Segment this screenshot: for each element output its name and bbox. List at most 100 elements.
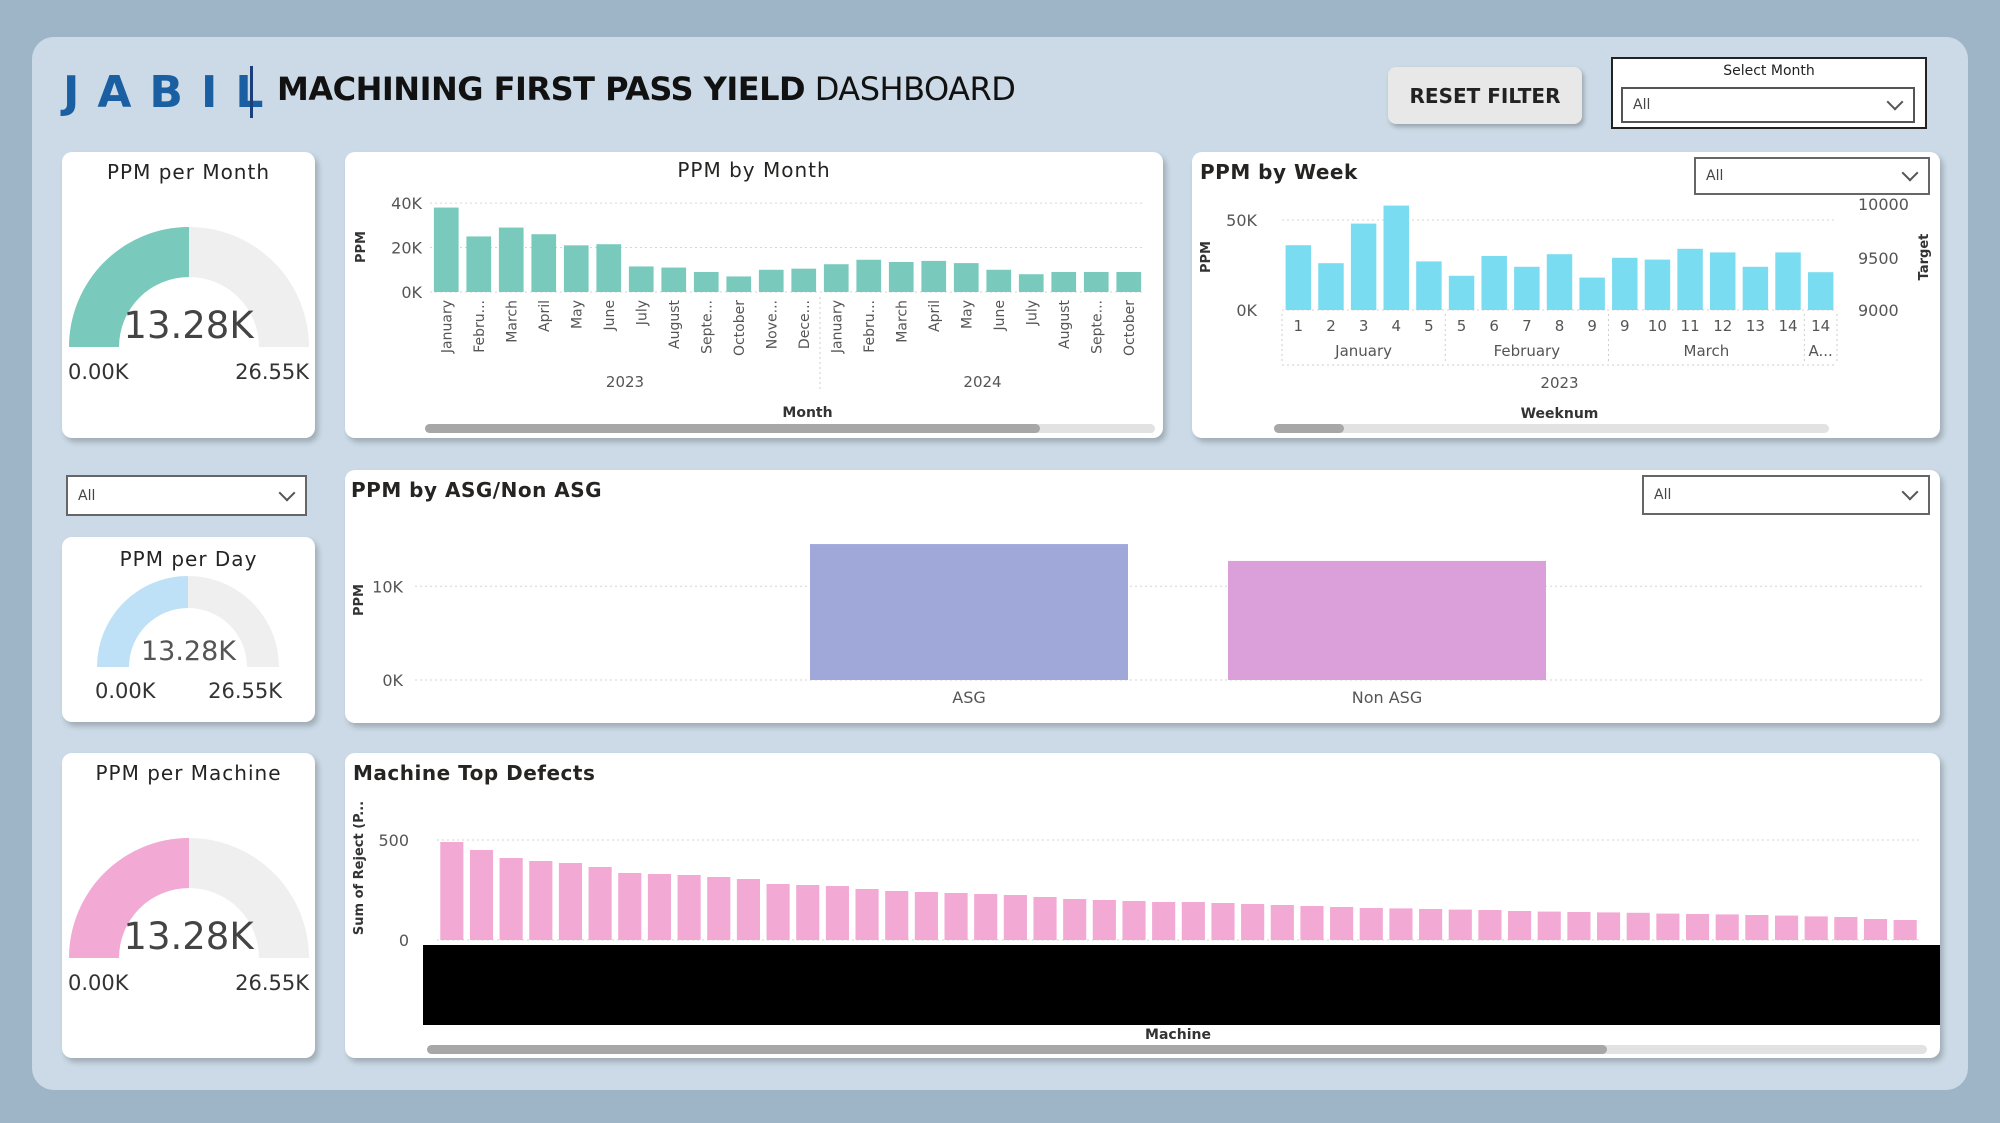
ppm-by-month-card: PPM by Month 40K 20K 0K PPM January Febru... M…	[345, 152, 1163, 438]
bar	[823, 264, 849, 292]
bar	[1318, 263, 1344, 310]
gauge-max: 26.55K	[235, 971, 309, 995]
bar	[921, 260, 947, 292]
bar	[1863, 919, 1888, 940]
bar	[1350, 223, 1377, 310]
scrollbar-thumb[interactable]	[425, 424, 1040, 433]
week-filter-dropdown[interactable]: All	[1694, 157, 1930, 195]
chevron-down-icon	[1886, 93, 1904, 111]
x-tick-label: October	[1122, 300, 1138, 356]
y-tick-label: 0K	[382, 671, 403, 690]
y2-tick-label: 10000	[1858, 195, 1909, 214]
x-tick-label: May	[959, 300, 975, 329]
bar	[1063, 899, 1087, 940]
select-month-label: Select Month	[1723, 63, 1815, 79]
x-tick-label: 5	[1424, 317, 1434, 335]
day-filter-dropdown[interactable]: All	[66, 475, 307, 516]
bar	[588, 867, 612, 940]
horizontal-scrollbar[interactable]	[1274, 424, 1829, 433]
y-tick-label: 10K	[372, 577, 403, 596]
bar	[558, 863, 583, 940]
ppm-by-week-card: PPM by Week 50K 0K 10000 9500 9000 PPM Target 1…	[1192, 152, 1940, 438]
x-tick-label: 10	[1648, 317, 1667, 335]
select-month-slicer: Select Month All	[1611, 57, 1927, 129]
y-tick-label: 0K	[1236, 301, 1257, 320]
bar	[1419, 909, 1443, 940]
bar	[736, 879, 760, 940]
bar	[1685, 914, 1710, 940]
bar	[1416, 261, 1442, 310]
bar	[1514, 266, 1540, 310]
bar	[1715, 914, 1739, 940]
x-tick-label: Dece...	[797, 300, 813, 349]
bar	[1330, 907, 1354, 940]
bar	[1122, 901, 1146, 940]
x-tick-label: Febru...	[862, 300, 878, 353]
x-tick-label: ASG	[952, 688, 986, 707]
gauge-value: 13.28K	[123, 915, 254, 958]
page-title: MACHINING FIRST PASS YIELD DASHBOARD	[277, 70, 1016, 108]
bar	[1300, 906, 1324, 940]
bar	[499, 858, 523, 940]
chevron-down-icon	[1901, 164, 1919, 182]
gauge-min: 0.00K	[68, 360, 129, 384]
y-axis-label: Sum of Reject (P...	[352, 801, 367, 935]
bar	[1597, 912, 1621, 940]
y-axis-label: PPM	[352, 584, 367, 616]
x-axis-label: Month	[782, 405, 832, 421]
bar	[1152, 902, 1176, 940]
bar	[1804, 916, 1828, 940]
bar	[1677, 248, 1703, 310]
bar	[953, 263, 979, 292]
bar	[1626, 912, 1650, 940]
horizontal-scrollbar[interactable]	[425, 424, 1155, 433]
bar	[647, 874, 672, 940]
bar	[1092, 900, 1116, 940]
x-tick-label: 13	[1746, 317, 1765, 335]
gauge-value: 13.28K	[140, 636, 236, 667]
gauge-min: 0.00K	[68, 971, 129, 995]
bar	[1612, 257, 1638, 310]
scrollbar-thumb[interactable]	[1274, 424, 1344, 433]
bar	[1211, 903, 1235, 940]
x-tick-label: 14	[1811, 317, 1830, 335]
bar	[1567, 912, 1591, 940]
x-tick-label: April	[927, 300, 943, 332]
bar	[1478, 910, 1502, 940]
horizontal-scrollbar[interactable]	[427, 1045, 1927, 1054]
bar	[1537, 911, 1561, 940]
bar	[1285, 245, 1312, 310]
scrollbar-thumb[interactable]	[427, 1045, 1607, 1054]
asg-filter-value: All	[1654, 487, 1672, 503]
bar	[1116, 272, 1142, 292]
gauge-card-machine: PPM per Machine 13.28K 0.00K 26.55K	[62, 753, 315, 1058]
select-month-dropdown[interactable]: All	[1621, 87, 1915, 123]
reset-filter-label: RESET FILTER	[1409, 83, 1561, 108]
bar	[1448, 275, 1475, 310]
bar	[855, 889, 879, 940]
x-tick-label: Septe...	[699, 300, 715, 354]
x-tick-label: August	[667, 299, 683, 349]
x-tick-label: Febru...	[472, 300, 488, 353]
asg-filter-dropdown[interactable]: All	[1642, 475, 1930, 515]
week-filter-value: All	[1706, 168, 1724, 184]
x-tick-label: January	[829, 300, 845, 354]
gauge-max: 26.55K	[235, 360, 309, 384]
bar	[1003, 895, 1027, 940]
group-label: 2023	[606, 373, 644, 391]
day-filter-value: All	[78, 487, 96, 504]
group-label: January	[1334, 342, 1392, 360]
x-tick-label: 6	[1489, 317, 1499, 335]
bar	[1579, 277, 1605, 310]
y-tick-label: 20K	[391, 239, 422, 258]
y-axis-label: PPM	[354, 231, 369, 263]
x-tick-label: March	[504, 300, 520, 343]
ppm-by-month-chart: 40K 20K 0K PPM January Febru... March April May J…	[354, 194, 1145, 421]
reset-filter-button[interactable]: RESET FILTER	[1388, 67, 1582, 124]
bar	[628, 266, 654, 292]
y2-tick-label: 9000	[1858, 301, 1899, 320]
bar	[1775, 252, 1801, 310]
bar	[1834, 917, 1858, 940]
page-title-bold: MACHINING FIRST PASS YIELD	[277, 70, 806, 108]
gauge-value: 13.28K	[123, 304, 254, 347]
